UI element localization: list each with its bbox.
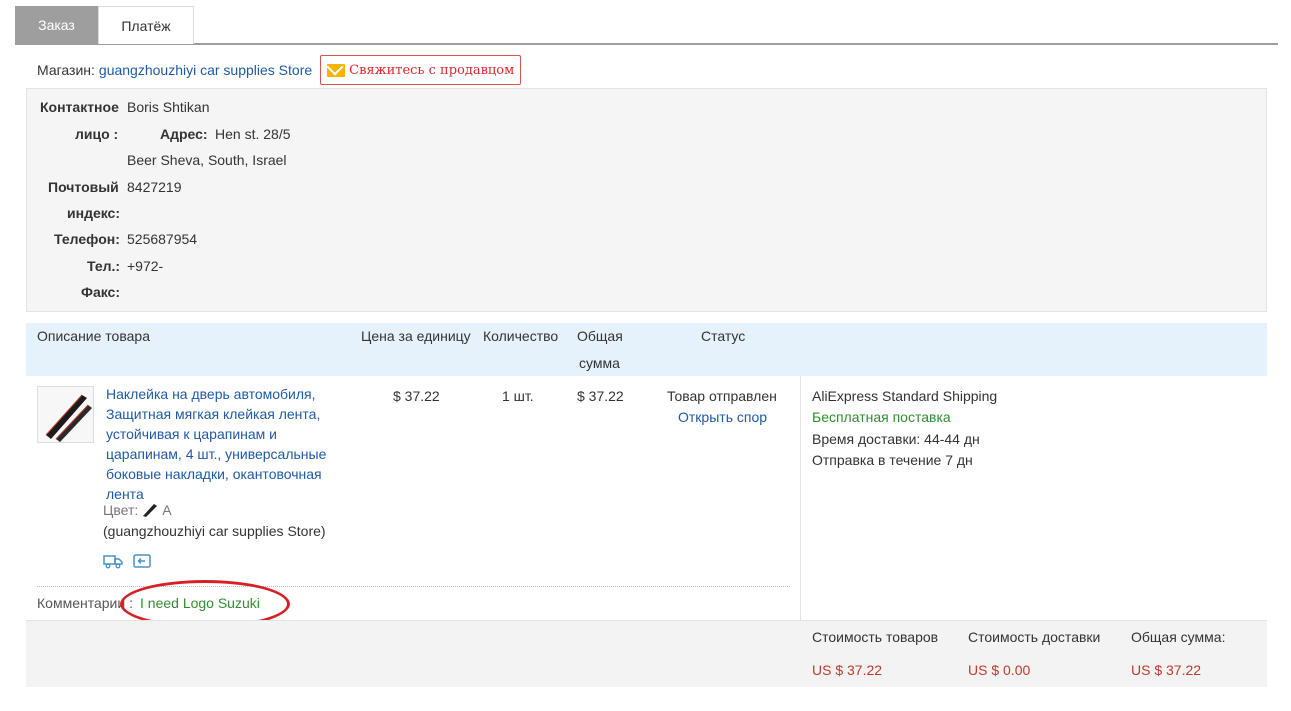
product-title-line: лента — [106, 486, 144, 502]
store-row: Магазин: guangzhouzhiyi car supplies Sto… — [37, 55, 522, 85]
comment-label: Комментарии : — [37, 595, 133, 611]
product-title-link[interactable]: Наклейка на дверь автомобиля, Защитная м… — [106, 384, 346, 504]
phone-value: 525687954 — [127, 231, 198, 247]
order-table-header — [26, 323, 1267, 376]
col-status: Статус — [701, 328, 746, 344]
goods-cost-value: US $ 37.22 — [812, 662, 883, 678]
product-title-line: Наклейка на дверь автомобиля, — [106, 386, 316, 402]
tab-payment[interactable]: Платёж — [98, 6, 194, 44]
fax-label: Факс: — [81, 284, 121, 300]
zip-value: 8427219 — [127, 179, 182, 195]
tel-value: +972- — [127, 258, 164, 274]
tab-bar: Заказ Платёж — [15, 6, 1278, 45]
tel-label: Тел.: — [87, 258, 121, 274]
phone-label: Телефон: — [54, 231, 120, 247]
address-line-2: Beer Sheva, South, Israel — [127, 152, 287, 168]
product-title-line: Защитная мягкая клейкая лента, — [106, 406, 321, 422]
zip-label-2: индекс: — [67, 205, 121, 221]
col-total-2: сумма — [579, 355, 620, 371]
quantity: 1 шт. — [502, 388, 534, 404]
item-store-name: (guangzhouzhiyi car supplies Store) — [103, 523, 326, 539]
goods-cost-label: Стоимость товаров — [812, 629, 939, 645]
color-value: A — [162, 502, 172, 518]
item-status: Товар отправлен — [667, 388, 777, 404]
contact-label: Контактное — [40, 99, 119, 115]
product-title-line: устойчивая к царапинам и — [106, 426, 278, 442]
contact-value: Boris Shtikan — [127, 99, 210, 115]
col-unit-price: Цена за единицу — [361, 328, 471, 344]
col-quantity: Количество — [483, 328, 559, 344]
color-label: Цвет: — [103, 502, 139, 518]
address-line-1: Hen st. 28/5 — [215, 126, 291, 142]
order-total-label: Общая сумма: — [1131, 629, 1226, 645]
color-swatch-icon — [143, 504, 158, 517]
zip-label: Почтовый — [48, 179, 119, 195]
column-divider — [800, 376, 801, 620]
shipping-cost-value: US $ 0.00 — [968, 662, 1031, 678]
unit-price: $ 37.22 — [393, 388, 440, 404]
product-title-line: царапинам, 4 шт., универсальные — [106, 446, 327, 462]
shipping-method: AliExpress Standard Shipping — [812, 388, 998, 404]
order-total-value: US $ 37.22 — [1131, 662, 1202, 678]
shipping-cost-label: Стоимость доставки — [968, 629, 1101, 645]
dispatch-time: Отправка в течение 7 дн — [812, 452, 973, 468]
item-total: $ 37.22 — [577, 388, 624, 404]
color-row: Цвет: A — [103, 502, 172, 518]
item-action-icons — [103, 553, 151, 569]
envelope-icon — [327, 63, 346, 77]
free-shipping: Бесплатная поставка — [812, 409, 951, 425]
contact-seller-label: Свяжитесь с продавцом — [349, 62, 515, 78]
col-total: Общая — [577, 328, 623, 344]
store-link[interactable]: guangzhouzhiyi car supplies Store — [99, 62, 312, 78]
product-title-line: боковые накладки, окантовочная — [106, 466, 322, 482]
return-icon[interactable] — [133, 553, 151, 569]
address-panel — [26, 88, 1267, 312]
delivery-time: Время доставки: 44-44 дн — [812, 431, 980, 447]
open-dispute-link[interactable]: Открыть спор — [678, 409, 767, 425]
product-thumbnail[interactable] — [37, 386, 94, 443]
shipping-truck-icon[interactable] — [103, 553, 123, 569]
address-label: Адрес: — [160, 126, 208, 142]
col-description: Описание товара — [37, 328, 150, 344]
tab-order[interactable]: Заказ — [15, 6, 98, 44]
contact-seller-button[interactable]: Свяжитесь с продавцом — [320, 55, 522, 85]
store-label: Магазин: — [37, 62, 95, 78]
contact-label-2: лицо : — [75, 126, 119, 142]
